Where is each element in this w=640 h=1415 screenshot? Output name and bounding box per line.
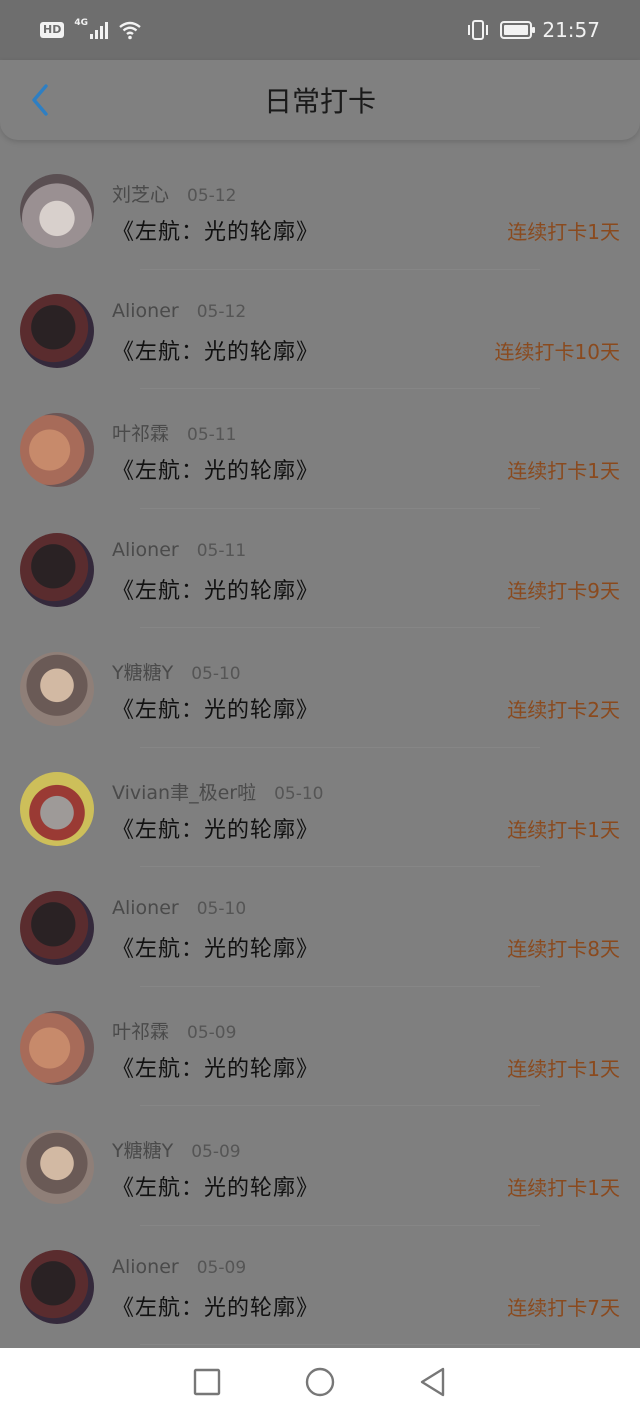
book-title: 《左航：光的轮廓》 bbox=[112, 339, 320, 365]
checkin-item[interactable]: 叶祁霖 05-09 《左航：光的轮廓》 连续打卡1天 bbox=[0, 987, 640, 1106]
username: 刘芝心 bbox=[112, 184, 170, 206]
username: Vivian聿_极er啦 bbox=[112, 781, 257, 804]
checkin-date: 05-09 bbox=[191, 1142, 241, 1162]
checkin-date: 05-10 bbox=[196, 899, 247, 919]
streak-label: 连续打卡1天 bbox=[507, 1176, 620, 1200]
avatar[interactable] bbox=[20, 771, 94, 846]
avatar[interactable] bbox=[20, 293, 94, 368]
book-title: 《左航：光的轮廓》 bbox=[112, 698, 320, 723]
avatar[interactable] bbox=[20, 891, 94, 965]
item-meta: Alioner 05-11 bbox=[112, 539, 246, 561]
streak-label: 连续打卡10天 bbox=[494, 339, 620, 364]
username: Y糖糖Y bbox=[112, 1140, 174, 1162]
book-title: 《左航：光的轮廓》 bbox=[112, 1176, 320, 1201]
recent-apps-button[interactable] bbox=[187, 1362, 227, 1402]
book-title: 《左航：光的轮廓》 bbox=[112, 578, 320, 604]
username: 叶祁霖 bbox=[112, 1020, 170, 1043]
item-meta: Y糖糖Y 05-09 bbox=[112, 1136, 241, 1163]
wifi-icon bbox=[119, 21, 141, 40]
status-left: HD 4G bbox=[40, 18, 142, 40]
checkin-item[interactable]: Alioner 05-11 《左航：光的轮廓》 连续打卡9天 bbox=[0, 509, 640, 628]
checkin-item[interactable]: Y糖糖Y 05-10 《左航：光的轮廓》 连续打卡2天 bbox=[0, 628, 640, 748]
streak-label: 连续打卡1天 bbox=[507, 1056, 620, 1081]
avatar[interactable] bbox=[20, 1249, 94, 1324]
divider bbox=[140, 1344, 540, 1345]
checkin-item[interactable]: 刘芝心 05-12 《左航：光的轮廓》 连续打卡1天 bbox=[0, 150, 640, 270]
square-icon bbox=[193, 1368, 220, 1395]
checkin-item[interactable]: Alioner 05-10 《左航：光的轮廓》 连续打卡8天 bbox=[0, 867, 640, 987]
avatar[interactable] bbox=[20, 1010, 94, 1085]
streak-label: 连续打卡9天 bbox=[507, 578, 620, 603]
triangle-back-icon bbox=[421, 1367, 445, 1396]
book-title: 《左航：光的轮廓》 bbox=[112, 817, 320, 843]
checkin-date: 05-11 bbox=[187, 425, 237, 445]
hd-badge: HD bbox=[40, 22, 65, 38]
item-meta: 叶祁霖 05-11 bbox=[112, 419, 236, 446]
book-title: 《左航：光的轮廓》 bbox=[112, 220, 320, 245]
checkin-item[interactable]: Alioner 05-09 《左航：光的轮廓》 连续打卡7天 bbox=[0, 1226, 640, 1345]
username: 叶祁霖 bbox=[112, 423, 170, 445]
checkin-list: 刘芝心 05-12 《左航：光的轮廓》 连续打卡1天 Alioner 05-12… bbox=[0, 150, 640, 1345]
status-time: 21:57 bbox=[542, 18, 600, 42]
checkin-date: 05-10 bbox=[191, 664, 241, 684]
status-bar: HD 4G 21:57 bbox=[0, 0, 640, 60]
streak-label: 连续打卡8天 bbox=[507, 937, 620, 961]
home-button[interactable] bbox=[300, 1362, 340, 1402]
username: Alioner bbox=[112, 538, 179, 561]
item-meta: 叶祁霖 05-09 bbox=[112, 1017, 236, 1044]
username: Alioner bbox=[112, 299, 179, 322]
book-title: 《左航：光的轮廓》 bbox=[112, 1056, 320, 1082]
avatar[interactable] bbox=[20, 652, 94, 726]
streak-label: 连续打卡2天 bbox=[507, 698, 620, 722]
checkin-item[interactable]: Y糖糖Y 05-09 《左航：光的轮廓》 连续打卡1天 bbox=[0, 1106, 640, 1226]
checkin-date: 05-09 bbox=[187, 1022, 237, 1043]
status-right: 21:57 bbox=[466, 18, 600, 42]
book-title: 《左航：光的轮廓》 bbox=[112, 937, 320, 962]
item-meta: Alioner 05-12 bbox=[112, 300, 246, 322]
checkin-date: 05-12 bbox=[187, 186, 237, 206]
nav-back-button[interactable] bbox=[413, 1362, 453, 1402]
signal-icon bbox=[90, 21, 108, 39]
checkin-item[interactable]: Alioner 05-12 《左航：光的轮廓》 连续打卡10天 bbox=[0, 270, 640, 389]
vibrate-icon bbox=[468, 20, 489, 40]
system-nav-bar bbox=[0, 1348, 640, 1415]
checkin-date: 05-10 bbox=[274, 783, 324, 804]
username: Alioner bbox=[112, 1255, 179, 1278]
page-title: 日常打卡 bbox=[263, 85, 376, 118]
avatar[interactable] bbox=[20, 1130, 94, 1204]
username: Y糖糖Y bbox=[112, 662, 174, 684]
avatar[interactable] bbox=[20, 532, 94, 607]
username: Alioner bbox=[112, 897, 179, 919]
header-bar: 日常打卡 bbox=[0, 60, 640, 140]
item-meta: Y糖糖Y 05-10 bbox=[112, 658, 241, 685]
checkin-date: 05-12 bbox=[196, 301, 247, 322]
avatar[interactable] bbox=[20, 413, 94, 487]
battery-icon bbox=[500, 21, 536, 39]
streak-label: 连续打卡1天 bbox=[507, 220, 620, 244]
streak-label: 连续打卡1天 bbox=[507, 459, 620, 483]
checkin-item[interactable]: Vivian聿_极er啦 05-10 《左航：光的轮廓》 连续打卡1天 bbox=[0, 748, 640, 867]
checkin-date: 05-11 bbox=[196, 540, 247, 561]
item-meta: 刘芝心 05-12 bbox=[112, 180, 236, 207]
streak-label: 连续打卡1天 bbox=[507, 817, 620, 842]
network-type: 4G bbox=[74, 18, 88, 28]
item-meta: Alioner 05-10 bbox=[112, 897, 246, 919]
book-title: 《左航：光的轮廓》 bbox=[112, 1295, 320, 1321]
circle-icon bbox=[305, 1367, 335, 1396]
book-title: 《左航：光的轮廓》 bbox=[112, 459, 320, 484]
avatar[interactable] bbox=[20, 174, 94, 248]
checkin-item[interactable]: 叶祁霖 05-11 《左航：光的轮廓》 连续打卡1天 bbox=[0, 389, 640, 509]
item-meta: Alioner 05-09 bbox=[112, 1256, 246, 1278]
checkin-date: 05-09 bbox=[196, 1257, 247, 1278]
streak-label: 连续打卡7天 bbox=[507, 1295, 620, 1320]
item-meta: Vivian聿_极er啦 05-10 bbox=[112, 778, 323, 805]
